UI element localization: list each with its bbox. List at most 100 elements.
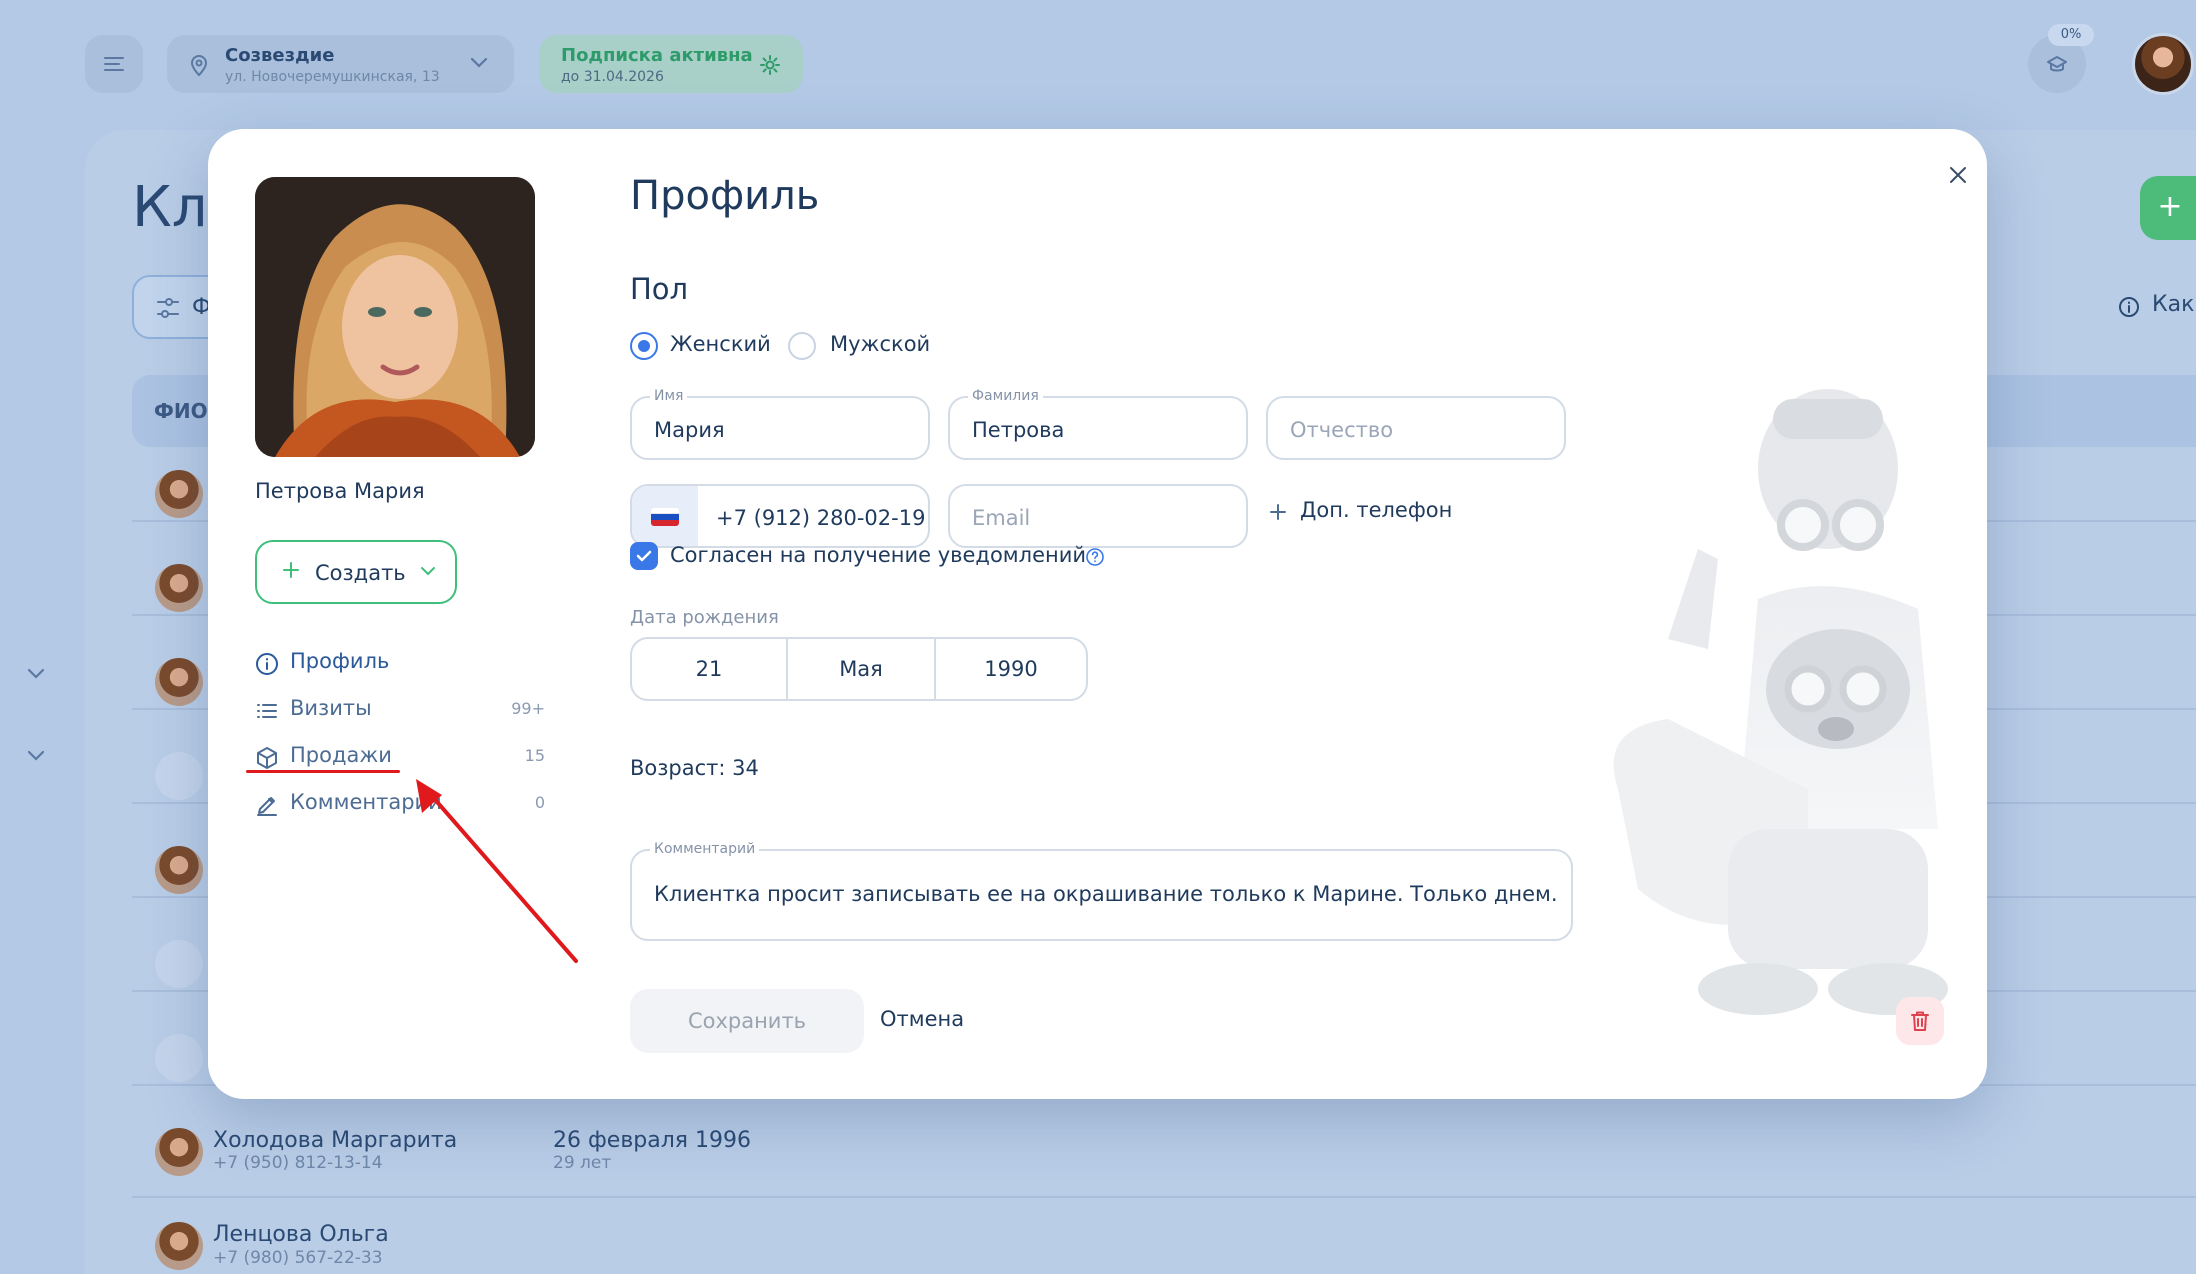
help-link[interactable]: Как: [2152, 292, 2194, 317]
user-avatar[interactable]: [2132, 33, 2194, 95]
chevron-down-icon: [470, 57, 488, 68]
question-icon[interactable]: [1085, 547, 1105, 567]
sidebar-item-label: Визиты: [290, 696, 372, 720]
comment-value: Клиентка просит записывать ее на окрашив…: [654, 882, 1558, 906]
close-icon: [1950, 167, 1966, 183]
filter-icon: [157, 298, 179, 318]
first-name-field[interactable]: Имя Мария: [630, 388, 930, 460]
graduation-cap-icon: [2047, 56, 2067, 72]
location-selector[interactable]: Созвездие ул. Новочеремушкинская, 13: [167, 35, 514, 93]
avatar: [155, 658, 203, 706]
client-full-name: Петрова Мария: [255, 479, 425, 503]
sidebar-item-profile[interactable]: Профиль: [255, 646, 545, 680]
close-button[interactable]: [1938, 155, 1978, 195]
first-name-label: Имя: [650, 388, 688, 404]
email-placeholder: Email: [972, 506, 1031, 530]
client-name: Ленцова Ольга: [213, 1222, 389, 1247]
country-code-selector[interactable]: [632, 486, 698, 546]
last-name-label: Фамилия: [968, 388, 1043, 404]
consent-label[interactable]: Согласен на получение уведомлений: [670, 543, 1086, 567]
gender-radio-female[interactable]: [630, 332, 658, 360]
chevron-down-icon[interactable]: [22, 744, 50, 768]
client-phone: +7 (980) 567-22-33: [213, 1248, 383, 1268]
birthdate-field: 21 Мая 1990: [630, 637, 1088, 701]
check-icon: [636, 550, 652, 562]
progress-badge: 0%: [2048, 24, 2094, 46]
create-dropdown-button[interactable]: Создать: [255, 540, 457, 604]
patronymic-placeholder: Отчество: [1290, 418, 1394, 442]
subscription-date: до 31.04.2026: [561, 69, 664, 85]
sidebar-item-sales[interactable]: Продажи 15: [255, 740, 545, 774]
chevron-down-icon[interactable]: [22, 662, 50, 686]
birthdate-day[interactable]: 21: [632, 639, 786, 699]
client-name: Холодова Маргарита: [213, 1128, 458, 1153]
page-title: Кл: [132, 175, 208, 240]
comment-label: Комментарий: [650, 841, 760, 857]
consent-checkbox[interactable]: [630, 542, 658, 570]
page-title: Профиль: [630, 173, 820, 219]
location-title: Созвездие: [225, 45, 335, 66]
sidebar-item-label: Продажи: [290, 743, 392, 767]
chevron-down-icon: [421, 567, 435, 576]
sidebar-item-label: Профиль: [290, 649, 390, 673]
last-name-value: Петрова: [972, 418, 1065, 442]
last-name-field[interactable]: Фамилия Петрова: [948, 388, 1248, 460]
plus-icon: [1270, 504, 1286, 520]
annotation-arrow: [416, 779, 578, 963]
phone-value: +7 (912) 280-02-19: [716, 506, 926, 530]
annotation-underline: [246, 770, 400, 773]
avatar: [155, 564, 203, 612]
trash-icon: [1911, 1011, 1929, 1031]
sales-count: 15: [524, 746, 545, 765]
birthdate-label: Дата рождения: [630, 607, 779, 628]
cancel-button[interactable]: Отмена: [880, 1007, 964, 1031]
add-client-button[interactable]: +: [2140, 176, 2196, 240]
client-birthdate: 26 февраля 1996: [553, 1128, 752, 1153]
client-profile-modal: Петрова Мария Создать Профиль Визиты 99+…: [208, 129, 1987, 1099]
gender-radio-male-label[interactable]: Мужской: [830, 332, 930, 356]
location-pin-icon: [190, 55, 208, 77]
gender-radio-male[interactable]: [788, 332, 816, 360]
avatar: [155, 846, 203, 894]
box-icon: [257, 747, 277, 769]
client-photo[interactable]: [255, 177, 535, 457]
info-icon: [256, 653, 278, 675]
first-name-value: Мария: [654, 418, 725, 442]
top-bar: Созвездие ул. Новочеремушкинская, 13 Под…: [0, 0, 2196, 130]
patronymic-field[interactable]: Отчество: [1266, 396, 1566, 460]
list-icon: [257, 704, 277, 718]
delete-button[interactable]: [1896, 997, 1944, 1045]
character-illustration: [1613, 389, 1948, 1015]
gender-radio-female-label[interactable]: Женский: [670, 332, 771, 356]
create-button-label: Создать: [315, 561, 406, 585]
russia-flag-icon: [651, 508, 679, 526]
info-icon: [2119, 297, 2139, 317]
avatar: [155, 1128, 203, 1176]
phone-field[interactable]: +7 (912) 280-02-19: [630, 484, 930, 548]
gender-section-title: Пол: [630, 272, 689, 306]
birthdate-month[interactable]: Мая: [788, 639, 934, 699]
birthdate-year[interactable]: 1990: [936, 639, 1086, 699]
plus-icon: [283, 562, 299, 578]
comment-field[interactable]: Комментарий Клиентка просит записывать е…: [630, 841, 1573, 941]
visits-count: 99+: [511, 699, 545, 718]
save-button[interactable]: Сохранить: [630, 989, 864, 1053]
column-header-name[interactable]: ФИО: [154, 399, 208, 423]
avatar: [155, 470, 203, 518]
client-age: Возраст: 34: [630, 756, 759, 780]
client-phone: +7 (950) 812-13-14: [213, 1153, 383, 1173]
menu-icon: [104, 57, 124, 71]
location-address: ул. Новочеремушкинская, 13: [225, 69, 440, 85]
subscription-status[interactable]: Подписка активна до 31.04.2026: [539, 35, 803, 93]
email-field[interactable]: Email: [948, 484, 1248, 548]
avatar: [155, 1034, 203, 1082]
client-age: 29 лет: [553, 1153, 612, 1173]
subscription-title: Подписка активна: [561, 45, 753, 66]
row-divider: [132, 1196, 2196, 1198]
pencil-icon: [257, 797, 277, 816]
avatar: [155, 1222, 203, 1270]
gear-icon: [760, 55, 780, 75]
add-phone-button[interactable]: Доп. телефон: [1300, 498, 1452, 522]
menu-button[interactable]: [85, 35, 143, 93]
sidebar-item-visits[interactable]: Визиты 99+: [255, 693, 545, 727]
